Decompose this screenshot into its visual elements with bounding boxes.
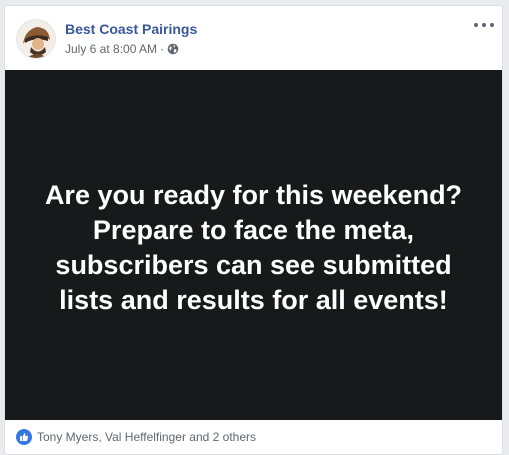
reactions-summary[interactable]: Tony Myers, Val Heffelfinger and 2 other… (37, 430, 256, 444)
more-dot (474, 23, 478, 27)
more-dot (490, 23, 494, 27)
more-options-icon[interactable] (474, 19, 494, 31)
post-image[interactable]: Are you ready for this weekend? Prepare … (5, 70, 502, 420)
like-icon[interactable] (16, 429, 32, 445)
thumbs-up-icon (20, 433, 29, 441)
page-avatar[interactable] (16, 19, 56, 59)
post-timestamp[interactable]: July 6 at 8:00 AM (65, 42, 157, 56)
meta-separator: · (160, 42, 165, 56)
post-header: Best Coast Pairings July 6 at 8:00 AM · (5, 6, 502, 70)
reactions-bar: Tony Myers, Val Heffelfinger and 2 other… (5, 420, 502, 454)
post-meta: July 6 at 8:00 AM · (65, 42, 179, 56)
page-name[interactable]: Best Coast Pairings (65, 21, 197, 37)
globe-icon[interactable] (167, 43, 179, 55)
post-image-text: Are you ready for this weekend? Prepare … (44, 180, 463, 315)
avatar-logo-icon (17, 20, 55, 58)
more-dot (482, 23, 486, 27)
post-card: Best Coast Pairings July 6 at 8:00 AM · … (4, 5, 503, 455)
